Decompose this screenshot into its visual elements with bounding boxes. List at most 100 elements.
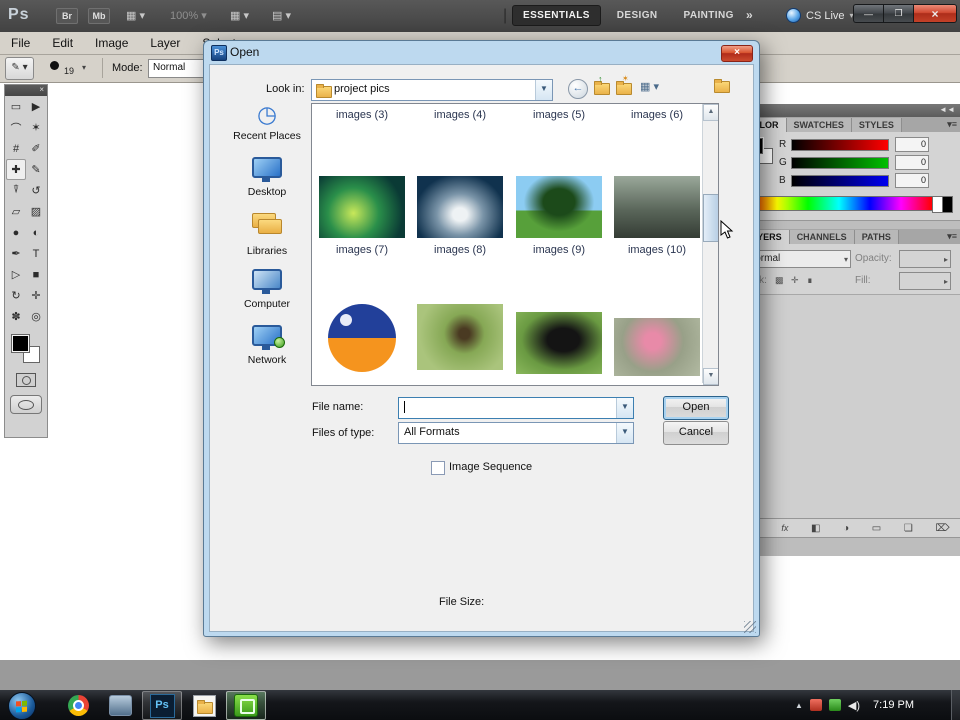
workspace-tab-design[interactable]: DESIGN [607, 6, 668, 25]
file-label[interactable]: images (7) [319, 244, 405, 256]
dialog-close-button[interactable]: × [721, 45, 753, 62]
file-label[interactable]: images (10) [614, 244, 700, 256]
thumbnail-bird[interactable] [417, 304, 503, 370]
look-in-combo[interactable]: project pics ▼ [311, 79, 553, 101]
tray-icon-1[interactable] [809, 699, 822, 711]
pen-tool[interactable]: ✒ [6, 243, 26, 264]
tab-styles[interactable]: STYLES [851, 118, 902, 132]
file-name-input[interactable]: ▼ [398, 397, 634, 419]
menu-layer[interactable]: Layer [139, 36, 191, 50]
cancel-button[interactable]: Cancel [663, 421, 729, 445]
taskbar-capture-button[interactable] [226, 691, 266, 720]
scroll-down-icon[interactable]: ▼ [703, 368, 718, 385]
open-button[interactable]: Open [663, 396, 729, 420]
move-tool[interactable]: ▶ [26, 96, 46, 117]
thumbnail-images-7[interactable] [319, 176, 405, 238]
image-sequence-checkbox[interactable] [431, 461, 445, 475]
lock-all-icon[interactable]: ∎ [807, 275, 813, 286]
dodge-tool[interactable]: ◐ [26, 222, 46, 243]
workspace-overflow-chevron[interactable]: » [746, 8, 753, 22]
toolbox-close-icon[interactable]: × [39, 85, 44, 94]
path-selection-tool[interactable]: ▷ [6, 264, 26, 285]
file-label[interactable]: images (9) [516, 244, 602, 256]
brush-size-value[interactable]: 19 [64, 66, 74, 76]
clock[interactable]: 7:19 PM [867, 699, 920, 711]
brush-tool[interactable]: ✎ [26, 159, 46, 180]
file-label[interactable]: images (6) [614, 109, 700, 121]
fill-select[interactable]: ▸ [899, 272, 951, 290]
color-ramp[interactable] [745, 196, 933, 211]
lasso-tool[interactable]: ⌒ [6, 117, 26, 138]
view-extras-icon[interactable]: ▦ ▾ [126, 9, 145, 22]
red-slider[interactable] [791, 139, 889, 151]
close-button[interactable]: × [913, 4, 957, 23]
files-of-type-select[interactable]: All Formats ▼ [398, 422, 634, 444]
red-value[interactable]: 0 [895, 137, 929, 152]
place-network[interactable]: Network [224, 323, 310, 377]
green-slider[interactable] [791, 157, 889, 169]
tab-channels[interactable]: CHANNELS [789, 230, 855, 244]
clone-stamp-tool[interactable]: ⍒ [6, 180, 26, 201]
arrange-documents-icon[interactable]: ▦ ▾ [230, 9, 249, 22]
zoom-tool[interactable]: ◎ [26, 306, 46, 327]
file-list[interactable]: images (3) images (4) images (5) images … [311, 103, 719, 386]
quick-mask-icon[interactable] [16, 373, 36, 387]
marquee-tool[interactable]: ▭ [6, 96, 26, 117]
foreground-color-swatch[interactable] [11, 334, 30, 353]
scroll-up-icon[interactable]: ▲ [703, 104, 718, 121]
chevron-down-icon[interactable]: ▼ [535, 80, 552, 100]
crop-tool[interactable]: # [6, 138, 26, 159]
restore-button[interactable]: ❐ [883, 4, 913, 23]
back-button[interactable]: ← [568, 79, 588, 99]
history-brush-tool[interactable]: ↺ [26, 180, 46, 201]
eraser-tool[interactable]: ▱ [6, 201, 26, 222]
new-layer-icon[interactable]: ❏ [904, 523, 913, 534]
thumbnail-images-8[interactable] [417, 176, 503, 238]
brush-picker-arrow-icon[interactable]: ▾ [82, 63, 86, 72]
file-label[interactable]: images (5) [516, 109, 602, 121]
file-label[interactable]: images (8) [417, 244, 503, 256]
taskbar-explorer-button[interactable] [184, 691, 224, 720]
tray-icon-2[interactable] [828, 699, 841, 711]
layer-group-icon[interactable]: ▭ [872, 523, 881, 534]
file-label[interactable]: images (3) [319, 109, 405, 121]
file-label[interactable]: images (4) [417, 109, 503, 121]
lock-position-icon[interactable]: ✛ [791, 275, 799, 286]
screen-mode-menu-icon[interactable]: ▤ ▾ [272, 9, 291, 22]
panel-menu-icon[interactable]: ▾≡ [947, 119, 957, 130]
hand-tool[interactable]: ✽ [6, 306, 26, 327]
place-recent[interactable]: ◷ Recent Places [224, 99, 310, 153]
chevron-down-icon[interactable]: ▼ [616, 398, 633, 418]
layer-mask-icon[interactable]: ◧ [811, 523, 820, 534]
menu-edit[interactable]: Edit [41, 36, 84, 50]
collapse-panels-icon[interactable]: ◄◄ [939, 105, 955, 114]
blue-value[interactable]: 0 [895, 173, 929, 188]
minimize-button[interactable]: — [853, 4, 883, 23]
thumbnail-images-9[interactable] [516, 176, 602, 238]
scrollbar-thumb[interactable] [703, 194, 718, 242]
shape-tool[interactable]: ■ [26, 264, 46, 285]
up-one-level-icon[interactable] [594, 81, 610, 95]
lock-transparency-icon[interactable]: ▩ [775, 275, 784, 286]
view-menu-icon[interactable]: ▦ ▾ [640, 80, 659, 93]
start-button[interactable] [8, 692, 36, 720]
opacity-select[interactable]: ▸ [899, 250, 951, 268]
green-value[interactable]: 0 [895, 155, 929, 170]
tab-swatches[interactable]: SWATCHES [786, 118, 852, 132]
taskbar-chrome-button[interactable] [58, 691, 98, 720]
blur-tool[interactable]: ● [6, 222, 26, 243]
show-hidden-icons[interactable]: ▲ [795, 701, 803, 710]
3d-rotate-tool[interactable]: ↻ [6, 285, 26, 306]
chevron-down-icon[interactable]: ▼ [616, 423, 633, 443]
bridge-button[interactable]: Br [56, 8, 78, 24]
thumbnail-person[interactable] [614, 318, 700, 376]
thumbnail-day-night[interactable] [319, 298, 405, 377]
ramp-black-swatch[interactable] [942, 196, 953, 213]
panel-menu-icon[interactable]: ▾≡ [947, 231, 957, 242]
resize-grip-icon[interactable] [744, 621, 756, 633]
volume-icon[interactable]: ◀) [848, 699, 860, 712]
zoom-level[interactable]: 100% ▾ [170, 9, 207, 22]
3d-pan-tool[interactable]: ✛ [26, 285, 46, 306]
quick-selection-tool[interactable]: ✶ [26, 117, 46, 138]
workspace-tab-essentials[interactable]: ESSENTIALS [512, 5, 601, 26]
